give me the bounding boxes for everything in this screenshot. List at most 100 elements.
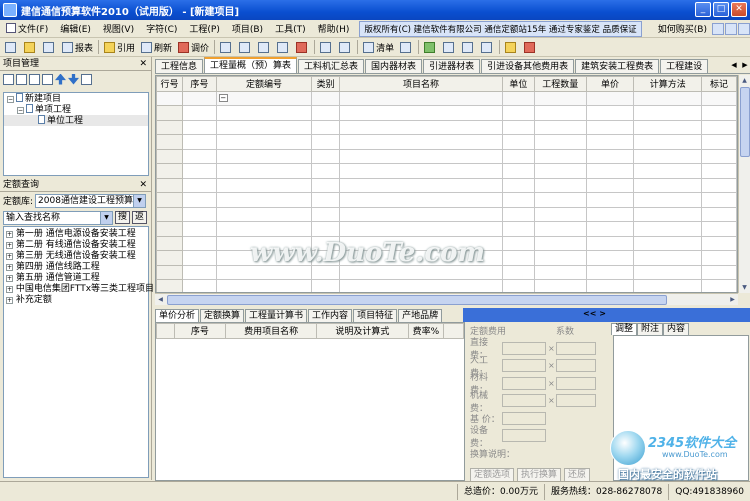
grid-cell[interactable] <box>339 105 503 121</box>
grid-cell[interactable]: − <box>215 90 313 106</box>
row-header-cell[interactable] <box>156 250 183 266</box>
grid-cell[interactable] <box>633 119 703 135</box>
grid-cell[interactable] <box>701 177 737 193</box>
col-header-item-name[interactable]: 项目名称 <box>339 76 503 92</box>
grid-cell[interactable] <box>215 206 313 222</box>
search-input[interactable]: 输入查找名称 ▼ <box>3 210 113 225</box>
row-header-cell[interactable] <box>156 148 183 164</box>
row-header-cell[interactable] <box>156 163 183 179</box>
grid-cell[interactable] <box>339 177 503 193</box>
scroll-thumb[interactable] <box>167 295 667 305</box>
grid-cell[interactable] <box>181 163 217 179</box>
grid-cell[interactable] <box>501 90 535 106</box>
tab-notes[interactable]: 附注 <box>637 323 664 335</box>
machine-coef-select[interactable] <box>555 394 596 408</box>
grid-cell[interactable] <box>633 90 703 106</box>
tab-item-features[interactable]: 项目特征 <box>353 309 398 322</box>
indent-button[interactable] <box>397 41 416 53</box>
table-row[interactable] <box>156 163 737 179</box>
labor-fee-input[interactable] <box>502 359 546 373</box>
expand-icon[interactable]: + <box>6 275 13 282</box>
row-header-cell[interactable] <box>156 264 183 280</box>
grid-cell[interactable] <box>633 177 703 193</box>
col-header-quota-code[interactable]: 定额编号 <box>215 76 313 92</box>
mdi-restore-button[interactable] <box>725 22 737 35</box>
quota-tree-item[interactable]: + 补充定额 <box>4 295 148 306</box>
grid-cell[interactable] <box>633 250 703 266</box>
maximize-button[interactable]: □ <box>713 2 729 17</box>
minimize-button[interactable]: _ <box>695 2 711 17</box>
delete-button[interactable] <box>293 41 312 53</box>
grid-cell[interactable] <box>585 221 635 237</box>
tree-node-project[interactable]: − 新建项目 <box>4 93 148 104</box>
col-header-category[interactable]: 类别 <box>311 76 341 92</box>
grid-cell[interactable] <box>533 250 587 266</box>
grid-cell[interactable] <box>501 250 535 266</box>
table-row[interactable] <box>156 192 737 208</box>
grid-cell[interactable] <box>339 206 503 222</box>
layout1-button[interactable] <box>317 41 336 53</box>
new-button[interactable] <box>2 41 21 53</box>
grid-cell[interactable] <box>311 192 341 208</box>
lock-button[interactable] <box>478 41 497 53</box>
grid-cell[interactable] <box>533 163 587 179</box>
grid-cell[interactable] <box>501 264 535 280</box>
grid-cell[interactable] <box>533 148 587 164</box>
col-header-row-no[interactable]: 行号 <box>156 76 183 92</box>
grid-cell[interactable] <box>501 105 535 121</box>
grid-cell[interactable] <box>585 250 635 266</box>
grid-cell[interactable] <box>181 90 217 106</box>
grid-cell[interactable] <box>181 235 217 251</box>
grid-cell[interactable] <box>633 192 703 208</box>
fill-color-button[interactable] <box>502 41 521 53</box>
grid-cell[interactable] <box>633 148 703 164</box>
grid-cell[interactable] <box>181 264 217 280</box>
menu-file[interactable]: 文件(F) <box>0 22 54 35</box>
grid-cell[interactable] <box>585 192 635 208</box>
grid-cell[interactable] <box>633 105 703 121</box>
new-project-icon[interactable] <box>3 73 14 85</box>
grid-cell[interactable] <box>533 264 587 280</box>
grid-cell[interactable] <box>633 264 703 280</box>
grid-cell[interactable] <box>701 134 737 150</box>
grid-cell[interactable] <box>533 177 587 193</box>
menu-tools[interactable]: 工具(T) <box>269 22 312 35</box>
tab-material-summary[interactable]: 工料机汇总表 <box>298 59 365 73</box>
expand-icon[interactable]: + <box>6 231 13 238</box>
grid-cell[interactable] <box>181 148 217 164</box>
grid-cell[interactable] <box>215 119 313 135</box>
project-panel-close-icon[interactable]: ✕ <box>139 57 147 71</box>
grid-cell[interactable] <box>339 163 503 179</box>
execute-conversion-button[interactable]: 执行换算 <box>517 467 562 482</box>
grid-cell[interactable] <box>181 279 217 292</box>
scroll-right-icon[interactable]: ▶ <box>727 294 738 305</box>
quota-tree-item[interactable]: + 第二册 有线通信设备安装工程 <box>4 240 148 251</box>
tab-installation-costs[interactable]: 建筑安装工程费表 <box>575 59 660 73</box>
row-header-cell[interactable] <box>156 105 183 121</box>
grid-cell[interactable] <box>633 279 703 292</box>
grid-cell[interactable] <box>701 163 737 179</box>
grid-cell[interactable] <box>181 221 217 237</box>
menu-edit[interactable]: 编辑(E) <box>54 22 97 35</box>
equipment-fee-input[interactable] <box>502 429 546 443</box>
col-header-quantity[interactable]: 工程数量 <box>533 76 587 92</box>
tab-scroll-left-icon[interactable]: ◀ <box>729 59 739 71</box>
grid-cell[interactable] <box>501 119 535 135</box>
grid-cell[interactable] <box>701 279 737 292</box>
grid-cell[interactable] <box>181 119 217 135</box>
grid-cell[interactable] <box>311 221 341 237</box>
grid-cell[interactable] <box>215 134 313 150</box>
quota-tree-item[interactable]: + 第四册 通信线路工程 <box>4 262 148 273</box>
row-header-cell[interactable] <box>156 221 183 237</box>
table-row[interactable] <box>156 148 737 164</box>
col-header-rate[interactable]: 费率% <box>407 323 445 339</box>
layout2-button[interactable] <box>336 41 355 53</box>
grid-cell[interactable] <box>701 264 737 280</box>
grid-cell[interactable] <box>181 105 217 121</box>
grid-cell[interactable] <box>533 105 587 121</box>
tab-project-info[interactable]: 工程信息 <box>155 59 204 73</box>
grid-cell[interactable] <box>215 279 313 292</box>
grid-cell[interactable] <box>585 119 635 135</box>
tab-origin-brand[interactable]: 产地品牌 <box>398 309 443 322</box>
row-header-cell[interactable] <box>156 279 183 292</box>
